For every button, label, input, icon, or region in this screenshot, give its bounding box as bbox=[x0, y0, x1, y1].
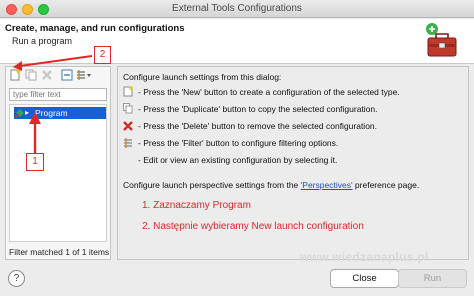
collapse-all-icon[interactable] bbox=[61, 69, 73, 81]
help-button[interactable]: ? bbox=[8, 270, 25, 287]
tree-item-program[interactable]: ▸ Program bbox=[14, 107, 106, 119]
perspective-text: Configure launch perspective settings fr… bbox=[123, 180, 419, 190]
duplicate-icon bbox=[123, 103, 133, 114]
configuration-details-panel: Configure launch settings from this dial… bbox=[117, 66, 469, 260]
configurations-panel: ▸ Program Filter matched 1 of 1 items bbox=[5, 66, 111, 260]
program-icon bbox=[15, 109, 24, 118]
perspectives-link[interactable]: 'Perspectives' bbox=[301, 180, 353, 190]
dialog-header: Create, manage, and run configurations R… bbox=[0, 19, 474, 64]
toolbox-icon bbox=[426, 23, 457, 57]
header-subtitle: Run a program bbox=[12, 36, 73, 46]
delete-configuration-icon[interactable] bbox=[41, 69, 53, 81]
watermark: www.wiedzanaplus.pl bbox=[300, 250, 429, 264]
note-step-1: 1. Zaznaczamy Program bbox=[142, 200, 251, 211]
note-step-2: 2. Następnie wybieramy New launch config… bbox=[142, 221, 364, 232]
callout-1: 1 bbox=[26, 153, 44, 171]
dialog-footer: ? www.wiedzanaplus.pl Close Run bbox=[0, 250, 474, 296]
help-duplicate: - Press the 'Duplicate' button to copy t… bbox=[138, 104, 378, 114]
intro-text: Configure launch settings from this dial… bbox=[123, 72, 282, 82]
perspective-suffix: preference page. bbox=[352, 180, 420, 190]
help-edit: - Edit or view an existing configuration… bbox=[138, 155, 338, 165]
configurations-toolbar bbox=[6, 67, 110, 83]
help-delete: - Press the 'Delete' button to remove th… bbox=[138, 121, 378, 131]
help-new: - Press the 'New' button to create a con… bbox=[138, 87, 400, 97]
new-icon bbox=[123, 86, 133, 97]
help-filter: - Press the 'Filter' button to configure… bbox=[138, 138, 339, 148]
title-bar: External Tools Configurations bbox=[0, 0, 474, 18]
filter-configurations-icon[interactable] bbox=[76, 69, 92, 81]
delete-icon bbox=[123, 121, 133, 131]
filter-input[interactable] bbox=[9, 88, 107, 101]
close-button[interactable]: Close bbox=[330, 269, 399, 288]
new-configuration-icon[interactable] bbox=[9, 69, 21, 81]
window-title: External Tools Configurations bbox=[172, 3, 302, 14]
expand-arrow-icon: ▸ bbox=[25, 108, 30, 117]
filter-icon bbox=[124, 138, 132, 148]
configuration-tree[interactable]: ▸ Program bbox=[9, 104, 107, 242]
filter-status: Filter matched 1 of 1 items bbox=[9, 247, 110, 257]
perspective-prefix: Configure launch perspective settings fr… bbox=[123, 180, 301, 190]
tree-item-label: Program bbox=[35, 108, 68, 118]
run-button[interactable]: Run bbox=[398, 269, 467, 288]
duplicate-configuration-icon[interactable] bbox=[25, 69, 37, 81]
header-title: Create, manage, and run configurations bbox=[5, 23, 185, 34]
callout-2: 2 bbox=[94, 46, 111, 64]
